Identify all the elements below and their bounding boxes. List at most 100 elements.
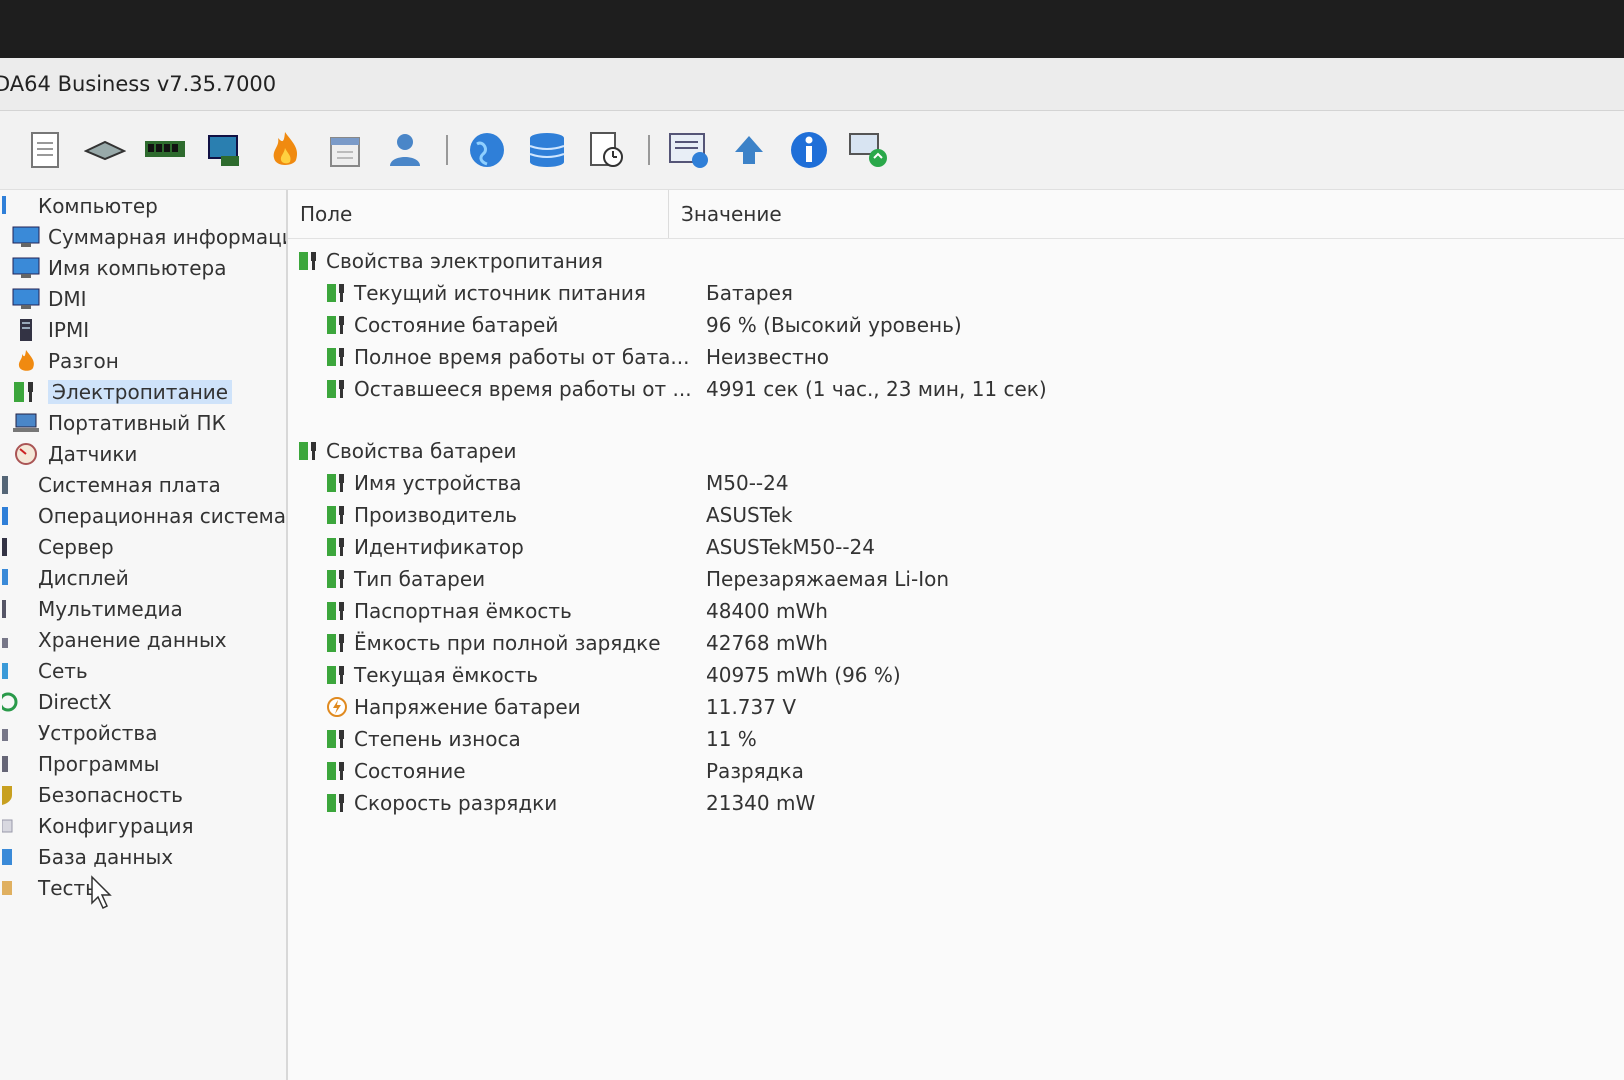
user-icon[interactable] — [382, 127, 428, 173]
plug-icon — [327, 602, 344, 620]
tree-item-label: Устройства — [38, 720, 158, 745]
column-field[interactable]: Поле — [288, 190, 669, 238]
title-bar: DA64 Business v7.35.7000 — [0, 58, 1624, 111]
laptop-icon — [13, 413, 39, 432]
list-item[interactable]: Идентификатор ASUSTekM50--24 — [288, 531, 1624, 563]
field-label: Оставшееся время работы от ... — [354, 377, 692, 401]
list-item[interactable]: Состояние Разрядка — [288, 755, 1624, 787]
toolbar-separator — [648, 135, 650, 165]
tree-item-label: Компьютер — [38, 193, 158, 218]
list-item[interactable]: Степень износа 11 % — [288, 723, 1624, 755]
tree-item-power[interactable]: Электропитание — [0, 376, 286, 407]
schedule-icon[interactable] — [322, 127, 368, 173]
report-icon[interactable] — [22, 127, 68, 173]
field-value: ASUSTekM50--24 — [706, 535, 876, 559]
field-label: Текущий источник питания — [354, 281, 646, 305]
tree-item-label: Системная плата — [38, 472, 221, 497]
battery-icon — [299, 252, 316, 270]
tree-item-display[interactable]: Дисплей — [0, 562, 286, 593]
field-label: Скорость разрядки — [354, 791, 558, 815]
tree-item-server[interactable]: Сервер — [0, 531, 286, 562]
field-label: Ёмкость при полной зарядке — [354, 631, 661, 655]
tree-item-security[interactable]: Безопасность — [0, 779, 286, 810]
tree-item-portable-pc[interactable]: Портативный ПК — [0, 407, 286, 438]
field-value: 21340 mW — [706, 791, 816, 815]
list-item[interactable]: Ёмкость при полной зарядке 42768 mWh — [288, 627, 1624, 659]
list-item[interactable]: Скорость разрядки 21340 mW — [288, 787, 1624, 819]
plug-icon — [327, 316, 344, 334]
tree-item-tests[interactable]: Тесты — [0, 872, 286, 903]
tree-item-sensors[interactable]: Датчики — [0, 438, 286, 469]
column-value[interactable]: Значение — [669, 202, 782, 226]
field-label: Тип батареи — [354, 567, 486, 591]
tree-item-multimedia[interactable]: Мультимедиа — [0, 593, 286, 624]
list-item[interactable]: Тип батареи Перезаряжаемая Li-Ion — [288, 563, 1624, 595]
tree-item-label: Мультимедиа — [38, 596, 183, 621]
list-item[interactable]: Производитель ASUSTek — [288, 499, 1624, 531]
motherboard-icon[interactable] — [82, 127, 128, 173]
tree-item-directx[interactable]: DirectX — [0, 686, 286, 717]
list-item[interactable]: Имя устройства M50--24 — [288, 467, 1624, 499]
app-window: DA64 Business v7.35.7000 Компьютер Сумма… — [0, 58, 1624, 1080]
tree-item-summary[interactable]: Суммарная информация — [0, 221, 286, 252]
tree-item-computer[interactable]: Компьютер — [0, 190, 286, 221]
tree-item-os[interactable]: Операционная система — [0, 500, 286, 531]
list-item[interactable]: Состояние батарей 96 % (Высокий уровень) — [288, 309, 1624, 341]
field-label: Напряжение батареи — [354, 695, 581, 719]
remote-icon[interactable] — [846, 127, 892, 173]
network-report-icon[interactable] — [666, 127, 712, 173]
tree-item-computer-name[interactable]: Имя компьютера — [0, 252, 286, 283]
field-label: Паспортная ёмкость — [354, 599, 572, 623]
list-item[interactable]: Оставшееся время работы от ... 4991 сек … — [288, 373, 1624, 405]
field-label: Имя устройства — [354, 471, 522, 495]
log-icon[interactable] — [584, 127, 630, 173]
list-item[interactable]: Полное время работы от бата... Неизвестн… — [288, 341, 1624, 373]
tree-item-devices[interactable]: Устройства — [0, 717, 286, 748]
tree-item-label: Разгон — [48, 348, 119, 373]
plug-icon — [327, 570, 344, 588]
tree-item-dmi[interactable]: DMI — [0, 283, 286, 314]
database-icon[interactable] — [524, 127, 570, 173]
cpu-icon[interactable] — [202, 127, 248, 173]
list-item[interactable]: Паспортная ёмкость 48400 mWh — [288, 595, 1624, 627]
tree-item-label: Имя компьютера — [48, 255, 227, 280]
tree-item-programs[interactable]: Программы — [0, 748, 286, 779]
mouse-cursor-icon — [91, 875, 112, 910]
globe-icon[interactable] — [464, 127, 510, 173]
battery-icon — [14, 381, 33, 402]
group-power-properties[interactable]: Свойства электропитания — [288, 245, 1624, 277]
storage-icon — [2, 637, 8, 648]
tree-item-network[interactable]: Сеть — [0, 655, 286, 686]
navigation-tree: Компьютер Суммарная информация Имя компь… — [0, 190, 288, 1080]
tree-item-ipmi[interactable]: IPMI — [0, 314, 286, 345]
list-item[interactable]: Текущий источник питания Батарея — [288, 277, 1624, 309]
list-item[interactable]: Текущая ёмкость 40975 mWh (96 %) — [288, 659, 1624, 691]
voltage-icon — [327, 697, 347, 717]
field-value: ASUSTek — [706, 503, 793, 527]
database-icon — [2, 848, 12, 865]
os-icon — [2, 506, 8, 525]
tree-item-storage[interactable]: Хранение данных — [0, 624, 286, 655]
tree-item-database[interactable]: База данных — [0, 841, 286, 872]
overclock-icon[interactable] — [262, 127, 308, 173]
field-value: Батарея — [706, 281, 793, 305]
tree-item-label: Датчики — [48, 441, 138, 466]
group-battery-properties[interactable]: Свойства батареи — [288, 435, 1624, 467]
tree-item-label: Электропитание — [48, 379, 233, 404]
field-value: 48400 mWh — [706, 599, 828, 623]
tree-item-config[interactable]: Конфигурация — [0, 810, 286, 841]
field-value: 11.737 V — [706, 695, 797, 719]
tree-item-overclock[interactable]: Разгон — [0, 345, 286, 376]
tree-item-motherboard[interactable]: Системная плата — [0, 469, 286, 500]
directx-icon — [2, 692, 18, 711]
list-item[interactable]: Напряжение батареи 11.737 V — [288, 691, 1624, 723]
column-field-label: Поле — [300, 202, 353, 226]
plug-icon — [327, 380, 344, 398]
info-icon[interactable] — [786, 127, 832, 173]
board-icon — [2, 475, 8, 494]
plug-icon — [327, 348, 344, 366]
plug-icon — [327, 730, 344, 748]
memory-icon[interactable] — [142, 127, 188, 173]
plug-icon — [327, 506, 344, 524]
update-icon[interactable] — [726, 127, 772, 173]
